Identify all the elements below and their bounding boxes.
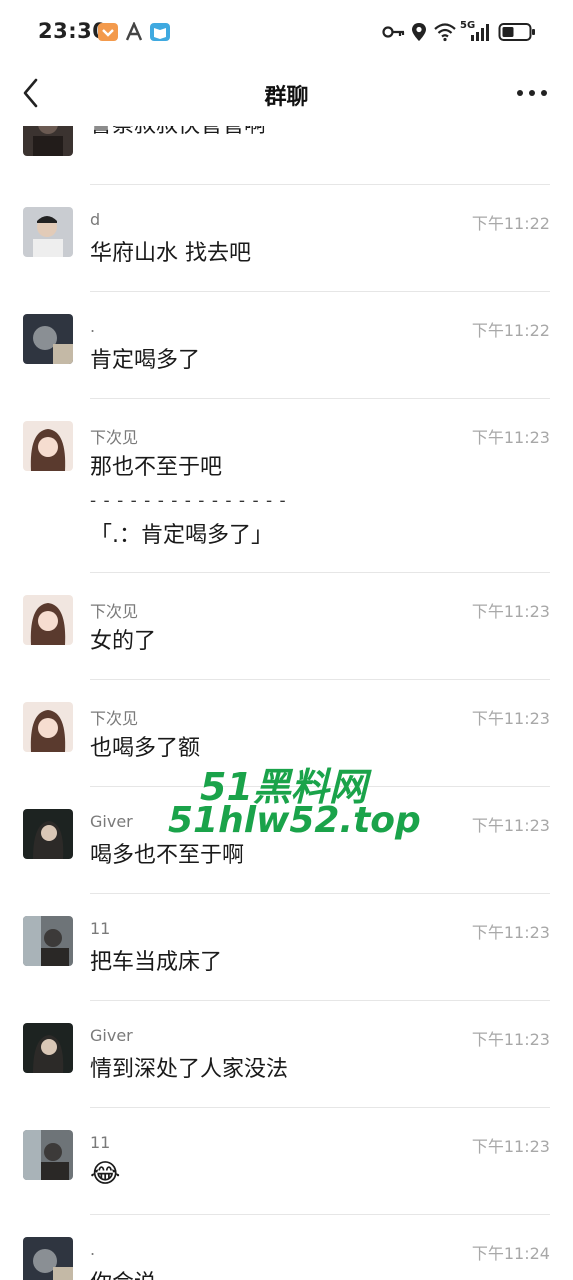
sender-name: . [90,1240,96,1259]
message-text: 情到深处了人家没法 [90,1057,289,1082]
message-time: 下午11:22 [471,321,550,340]
sender-name: Giver [90,812,133,831]
nav-bar: 群聊 [0,64,573,126]
sender-name: d [90,210,101,229]
key-icon [382,26,405,38]
message-text: 肯定喝多了 [90,348,201,373]
more-options-icon[interactable] [515,78,549,108]
sender-name: 下次见 [90,428,139,447]
avatar[interactable] [23,314,73,364]
avatar[interactable] [23,916,73,966]
avatar[interactable] [23,702,73,752]
message-time: 下午11:23 [471,923,550,942]
avatar[interactable] [23,126,73,156]
sender-name: 11 [90,1133,111,1152]
battery-icon [498,23,535,41]
reader-app-icon [150,23,170,41]
wifi-icon [434,23,456,42]
chat-message-list[interactable]: 警察叔叔快管管啊 d 下午11:22 华府山水 找去吧 . 下午11:22 肯定… [0,126,573,1280]
signal-icon [471,24,489,41]
sender-name: 下次见 [90,709,139,728]
avatar[interactable] [23,421,73,471]
message-text: 华府山水 找去吧 [90,241,251,266]
message-time: 下午11:24 [471,1244,550,1263]
message-text: 把车当成床了 [90,950,223,975]
quoted-message: 「.：肯定喝多了」 [90,523,273,548]
avatar[interactable] [23,809,73,859]
avatar[interactable] [23,207,73,257]
message-time: 下午11:22 [471,214,550,233]
emoji-message: 😂 [90,1159,121,1189]
sender-name: 下次见 [90,602,139,621]
avatar[interactable] [23,1237,73,1280]
message-text: 警察叔叔快管管啊 [90,126,266,142]
avatar[interactable] [23,1023,73,1073]
message-item[interactable]: Giver 下午11:23 情到深处了人家没法 [0,1001,573,1108]
message-time: 下午11:23 [471,1137,550,1156]
sender-name: . [90,317,96,336]
sender-name: Giver [90,1026,133,1045]
page-title: 群聊 [264,85,309,110]
avatar[interactable] [23,595,73,645]
sender-name: 11 [90,919,111,938]
status-bar: 23:30 5G [0,0,573,64]
message-time: 下午11:23 [471,428,550,447]
message-item[interactable]: 警察叔叔快管管啊 [0,126,573,185]
message-time: 下午11:23 [471,1030,550,1049]
message-item[interactable]: . 下午11:24 你会说 [0,1215,573,1280]
message-text: 也喝多了额 [90,736,201,761]
message-text: 那也不至于吧 [90,455,223,480]
message-time: 下午11:23 [471,709,550,728]
message-item[interactable]: 下次见 下午11:23 那也不至于吧 - - - - - - - - - - -… [0,399,573,573]
message-item[interactable]: 11 下午11:23 😂 [0,1108,573,1215]
location-icon [412,23,426,41]
message-text: 喝多也不至于啊 [90,843,245,868]
message-item[interactable]: 下次见 下午11:23 女的了 [0,573,573,680]
message-item[interactable]: d 下午11:22 华府山水 找去吧 [0,185,573,292]
quote-separator: - - - - - - - - - - - - - - - [90,491,287,511]
message-time: 下午11:23 [471,816,550,835]
avatar[interactable] [23,1130,73,1180]
message-time: 下午11:23 [471,602,550,621]
app-notification-icon [98,23,118,41]
watermark-line2: 51hlw52.top [168,800,421,841]
message-item[interactable]: 11 下午11:23 把车当成床了 [0,894,573,1001]
message-item[interactable]: . 下午11:22 肯定喝多了 [0,292,573,399]
font-a-icon [125,22,143,41]
message-text: 你会说 [90,1267,156,1280]
message-text: 女的了 [90,629,157,654]
